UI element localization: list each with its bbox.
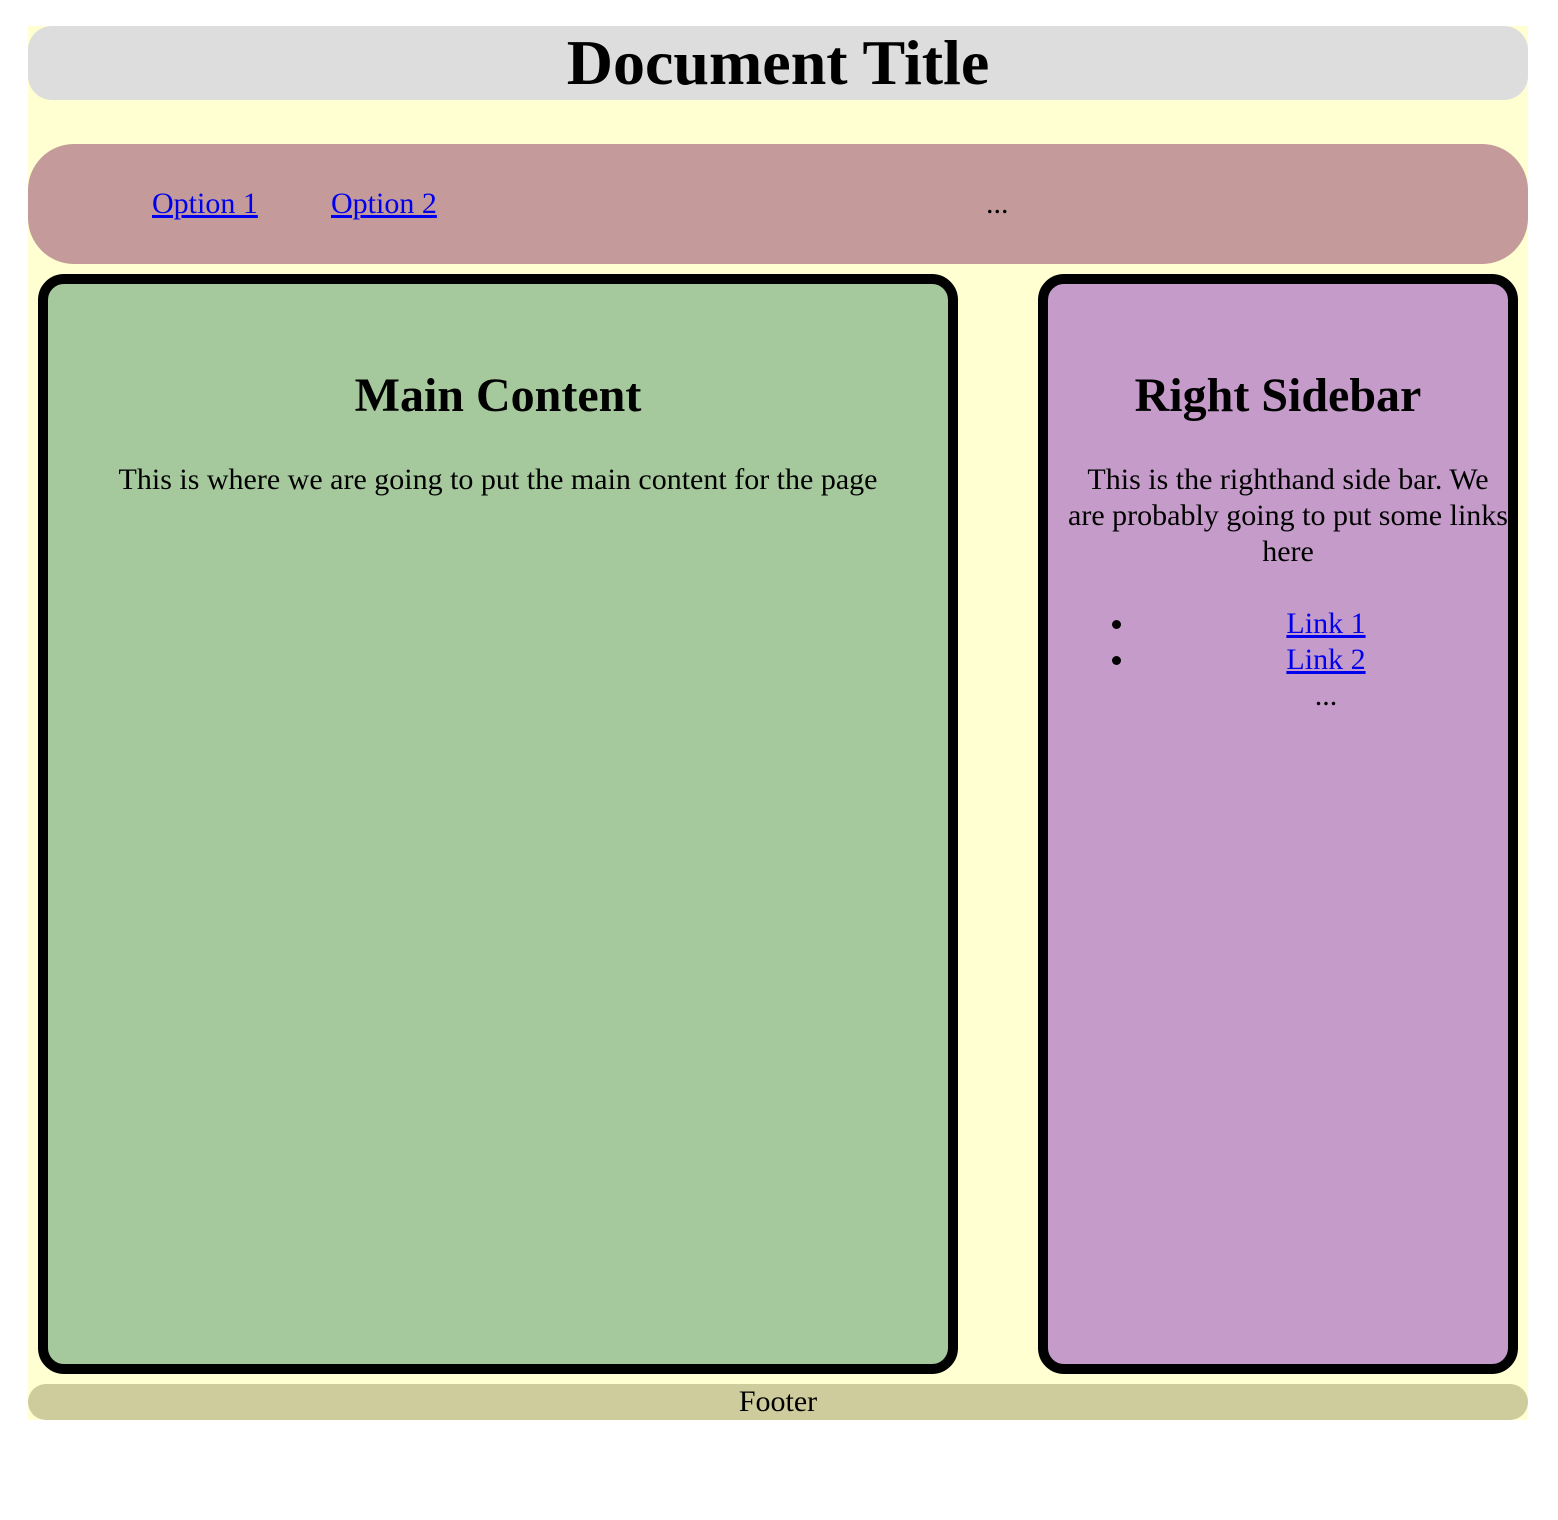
sidebar-link-2[interactable]: Link 2 <box>1286 643 1365 676</box>
sidebar-link-1[interactable]: Link 1 <box>1286 607 1365 640</box>
top-navigation: Option 1 Option 2 ... <box>28 144 1528 264</box>
page-container: Document Title Option 1 Option 2 ... Mai… <box>28 26 1528 1420</box>
right-sidebar-panel: Right Sidebar This is the righthand side… <box>1038 274 1518 1374</box>
main-content-heading: Main Content <box>354 369 642 422</box>
right-sidebar-heading: Right Sidebar <box>1134 369 1422 422</box>
list-item: Link 1 <box>1136 606 1516 642</box>
list-item: Link 2 <box>1136 642 1516 678</box>
sidebar-link-list: Link 1 Link 2 ... <box>1136 606 1516 714</box>
document-title: Document Title <box>566 27 990 98</box>
nav-option-2-link[interactable]: Option 2 <box>331 186 437 222</box>
main-content-text: This is where we are going to put the ma… <box>118 463 878 496</box>
nav-option-1-link[interactable]: Option 1 <box>152 186 258 222</box>
right-sidebar-text: This is the righthand side bar. We are p… <box>1068 463 1508 568</box>
sidebar-more-ellipsis: ... <box>1314 679 1338 712</box>
page-header: Document Title <box>28 26 1528 100</box>
nav-more-ellipsis: ... <box>986 187 1009 220</box>
page-footer: Footer <box>28 1384 1528 1420</box>
main-content-panel: Main Content This is where we are going … <box>38 274 958 1374</box>
